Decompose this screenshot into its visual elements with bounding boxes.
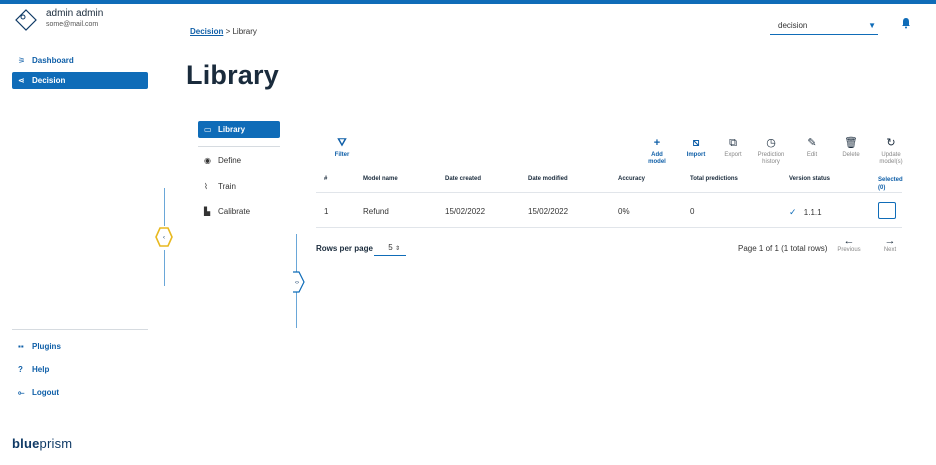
column-header-number: # bbox=[324, 176, 328, 182]
table-header-divider bbox=[316, 192, 902, 193]
page-title: Library bbox=[186, 60, 279, 90]
sidebar-item-dashboard[interactable]: ⚞ Dashboard bbox=[12, 52, 148, 69]
sidebar-item-plugins[interactable]: ▪▪ Plugins bbox=[12, 338, 148, 355]
breadcrumb: Decision > Library bbox=[190, 27, 257, 36]
arrow-right-icon: → bbox=[884, 235, 896, 247]
rows-per-page-select[interactable]: 5 ⇕ bbox=[374, 239, 406, 256]
delete-button[interactable]: 🗑 Delete bbox=[834, 137, 868, 159]
column-header-model-name[interactable]: Model name bbox=[363, 176, 398, 182]
edit-button[interactable]: ✎ Edit bbox=[795, 137, 829, 159]
cell-version-status: ✓ 1.1.1 bbox=[789, 207, 822, 218]
subnav-calibrate[interactable]: ▙ Calibrate bbox=[198, 203, 280, 220]
sidebar-item-decision[interactable]: ⋖ Decision bbox=[12, 72, 148, 89]
version-number: 1.1.1 bbox=[803, 208, 822, 217]
sidebar-divider bbox=[12, 329, 148, 330]
target-icon: ◉ bbox=[204, 156, 211, 165]
brand-logo: blueprism bbox=[12, 436, 73, 451]
import-button[interactable]: ⧅ Import bbox=[679, 137, 713, 159]
user-profile[interactable]: admin admin some@mail.com bbox=[14, 8, 103, 32]
breadcrumb-current: Library bbox=[232, 27, 257, 36]
environment-select[interactable]: decision ▼ bbox=[770, 16, 878, 35]
column-header-date-created[interactable]: Date created bbox=[445, 176, 481, 182]
notification-bell-icon[interactable] bbox=[900, 17, 912, 29]
panel-collapse-line bbox=[296, 292, 297, 328]
cell-model-name: Refund bbox=[363, 207, 389, 216]
plugins-icon: ▪▪ bbox=[18, 342, 24, 351]
prediction-history-button[interactable]: ◷ Prediction history bbox=[754, 137, 788, 166]
import-icon: ⧅ bbox=[692, 137, 700, 149]
panel-collapse-line bbox=[296, 234, 297, 272]
panel-collapse-handle[interactable]: ‹› bbox=[291, 271, 305, 293]
pulse-icon: ⌇ bbox=[204, 182, 208, 191]
sidebar-collapse-line bbox=[164, 250, 165, 286]
chevron-down-icon: ▼ bbox=[868, 20, 876, 30]
cell-number: 1 bbox=[324, 207, 329, 216]
share-icon: ⋖ bbox=[18, 76, 25, 85]
logout-icon: ⟜ bbox=[18, 387, 25, 397]
page-info: Page 1 of 1 (1 total rows) bbox=[738, 244, 828, 253]
rows-per-page-label: Rows per page bbox=[316, 244, 373, 253]
subnav-define[interactable]: ◉ Define bbox=[198, 152, 280, 169]
sidebar-item-logout[interactable]: ⟜ Logout bbox=[12, 384, 148, 401]
breadcrumb-link-decision[interactable]: Decision bbox=[190, 27, 223, 36]
filter-icon: ⛛ bbox=[337, 137, 347, 149]
dashboard-icon: ⚞ bbox=[18, 56, 26, 65]
svg-text:‹: ‹ bbox=[163, 235, 165, 241]
svg-text:‹›: ‹› bbox=[295, 280, 299, 286]
sidebar-item-help[interactable]: ? Help bbox=[12, 361, 148, 378]
column-header-accuracy[interactable]: Accuracy bbox=[618, 176, 645, 182]
cell-date-created: 15/02/2022 bbox=[445, 207, 486, 216]
sidebar: admin admin some@mail.com ⚞ Dashboard ⋖ … bbox=[0, 4, 156, 465]
plus-icon: + bbox=[653, 137, 661, 149]
subnav-library[interactable]: ▭ Library bbox=[198, 121, 280, 138]
subnav-train[interactable]: ⌇ Train bbox=[198, 178, 280, 195]
refresh-icon: ↻ bbox=[886, 137, 896, 149]
sidebar-item-label: Decision bbox=[32, 76, 66, 85]
trash-icon: 🗑 bbox=[844, 137, 858, 149]
avatar-icon bbox=[15, 9, 37, 31]
sidebar-item-label: Dashboard bbox=[32, 56, 74, 65]
environment-select-value: decision bbox=[778, 20, 808, 30]
next-page-button[interactable]: → Next bbox=[875, 235, 905, 253]
bar-chart-icon: ▙ bbox=[204, 207, 211, 216]
arrow-left-icon: ← bbox=[843, 235, 855, 247]
sidebar-item-label: Help bbox=[32, 365, 50, 374]
sidebar-collapse-line bbox=[164, 188, 165, 226]
previous-page-button[interactable]: ← Previous bbox=[834, 235, 864, 253]
sidebar-item-label: Plugins bbox=[32, 342, 61, 351]
user-name: admin admin bbox=[46, 8, 104, 19]
update-models-button[interactable]: ↻ Update model(s) bbox=[874, 137, 908, 166]
sidebar-item-label: Logout bbox=[32, 388, 60, 397]
sidebar-collapse-handle[interactable]: ‹ bbox=[155, 227, 173, 247]
library-icon: ▭ bbox=[204, 125, 212, 134]
subnav-divider bbox=[198, 146, 280, 147]
cell-accuracy: 0% bbox=[618, 207, 630, 216]
export-icon: ⧉ bbox=[729, 137, 737, 149]
table-row-divider bbox=[316, 227, 902, 228]
export-button[interactable]: ⧉ Export bbox=[716, 137, 750, 159]
column-header-selected: Selected (0) bbox=[878, 177, 903, 191]
updown-icon: ⇕ bbox=[394, 246, 400, 252]
column-header-total-predictions[interactable]: Total predictions bbox=[690, 176, 738, 182]
clock-icon: ◷ bbox=[766, 137, 776, 149]
pencil-icon: ✎ bbox=[807, 137, 817, 149]
add-model-button[interactable]: + Add model bbox=[640, 137, 674, 166]
checkmark-icon: ✓ bbox=[789, 207, 797, 217]
filter-button[interactable]: ⛛ Filter bbox=[325, 137, 359, 159]
user-email: some@mail.com bbox=[46, 21, 99, 28]
column-header-version-status[interactable]: Version status bbox=[789, 176, 830, 182]
row-select-checkbox[interactable] bbox=[878, 202, 896, 219]
column-header-date-modified[interactable]: Date modified bbox=[528, 176, 568, 182]
cell-total-predictions: 0 bbox=[690, 207, 695, 216]
help-icon: ? bbox=[18, 365, 23, 374]
cell-date-modified: 15/02/2022 bbox=[528, 207, 569, 216]
